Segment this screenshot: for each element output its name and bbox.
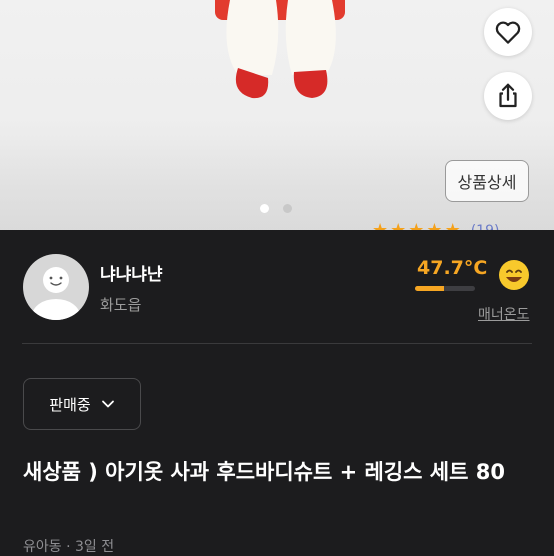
manner-temperature-bar <box>415 286 475 291</box>
heart-icon <box>495 21 521 44</box>
product-detail-button[interactable]: 상품상세 <box>445 160 529 202</box>
share-icon <box>499 83 517 108</box>
default-avatar-icon <box>32 267 80 320</box>
product-title: 새상품 ) 아기옷 사과 후드바디슈트 + 레깅스 세트 80 <box>23 460 505 484</box>
manner-temperature-link[interactable]: 매너온도 <box>478 304 530 324</box>
star-icon: ★ <box>408 222 424 231</box>
star-icon: ★ <box>390 222 406 231</box>
product-info-sheet: 냐냐냐냔 화도읍 47.7°C 매너온도 판매중 새상품 ) 아기옷 사과 후드… <box>0 230 554 555</box>
pager-dot-active[interactable] <box>260 204 269 213</box>
star-icon: ★ <box>426 222 442 231</box>
rating-count: (19) <box>471 222 500 230</box>
star-half-icon: ★ <box>445 222 461 231</box>
share-button[interactable] <box>484 72 532 120</box>
manner-temperature: 47.7°C <box>417 257 488 279</box>
smiley-icon <box>499 260 529 290</box>
seller-location: 화도읍 <box>100 296 142 314</box>
sale-status-label: 판매중 <box>49 395 91 414</box>
divider <box>22 343 532 344</box>
rating: ★ ★ ★ ★ ★ (19) <box>372 222 500 231</box>
product-image[interactable]: 상품상세 ★ ★ ★ ★ ★ (19) <box>0 0 554 230</box>
sale-status-select[interactable]: 판매중 <box>23 378 141 430</box>
image-pager <box>260 204 292 213</box>
product-photo <box>215 0 345 99</box>
seller-name[interactable]: 냐냐냐냔 <box>100 260 163 285</box>
avatar[interactable] <box>23 254 89 320</box>
pager-dot[interactable] <box>283 204 292 213</box>
product-meta: 유아동 · 3일 전 <box>23 539 115 555</box>
chevron-down-icon <box>101 400 114 408</box>
like-button[interactable] <box>484 8 532 56</box>
manner-temperature-fill <box>415 286 444 291</box>
star-icon: ★ <box>372 222 388 231</box>
